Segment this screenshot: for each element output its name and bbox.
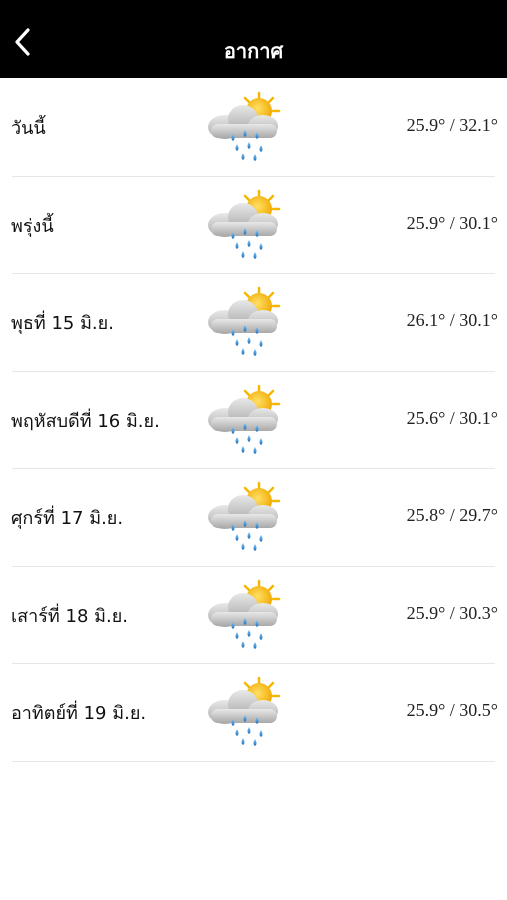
temperature-range: 25.6° / 30.1° (406, 407, 498, 428)
page-title: อากาศ (223, 39, 284, 63)
forecast-row[interactable]: อาทิตย์ที่ 19 มิ.ย. 25.9° / 30.5° (0, 664, 507, 762)
temperature-range: 25.9° / 32.1° (406, 115, 498, 135)
forecast-row[interactable]: ศุกร์ที่ 17 มิ.ย. 25.8° / 29.7° (0, 469, 507, 567)
sun-cloud-rain-icon (206, 189, 281, 260)
temperature-range: 25.9° / 30.3° (406, 602, 498, 623)
sun-cloud-rain-icon (206, 384, 281, 455)
temperature-range: 25.9° / 30.1° (406, 212, 498, 233)
day-label: อาทิตย์ที่ 19 มิ.ย. (11, 703, 147, 724)
temperature-range: 26.1° / 30.1° (406, 310, 498, 330)
top-navigation-bar: อากาศ (0, 0, 507, 78)
sun-cloud-rain-icon (206, 481, 281, 553)
sun-cloud-rain-icon (206, 286, 281, 358)
forecast-row[interactable]: เสาร์ที่ 18 มิ.ย. 25.9° / 30.3° (0, 567, 507, 665)
day-label: พุธที่ 15 มิ.ย. (11, 313, 114, 334)
sun-cloud-rain-icon (206, 579, 281, 650)
temperature-range: 25.8° / 29.7° (406, 505, 498, 525)
day-label: พรุ่งนี้ (11, 215, 54, 237)
day-label: ศุกร์ที่ 17 มิ.ย. (11, 508, 124, 529)
day-label: พฤหัสบดีที่ 16 มิ.ย. (11, 410, 160, 432)
temperature-range: 25.9° / 30.5° (406, 700, 498, 720)
sun-cloud-rain-icon (206, 91, 281, 163)
forecast-row[interactable]: พุธที่ 15 มิ.ย. 26.1° / 30.1° (0, 274, 507, 372)
forecast-list: วันนี้ 25.9° / 32.1° พรุ่งนี้ 25.9° / 30… (0, 79, 507, 762)
forecast-row[interactable]: พรุ่งนี้ 25.9° / 30.1° (0, 177, 507, 275)
day-label: เสาร์ที่ 18 มิ.ย. (11, 605, 128, 627)
sun-cloud-rain-icon (206, 676, 281, 748)
forecast-row[interactable]: วันนี้ 25.9° / 32.1° (0, 79, 507, 177)
day-label: วันนี้ (11, 118, 46, 139)
forecast-row[interactable]: พฤหัสบดีที่ 16 มิ.ย. 25.6° / 30.1° (0, 372, 507, 470)
